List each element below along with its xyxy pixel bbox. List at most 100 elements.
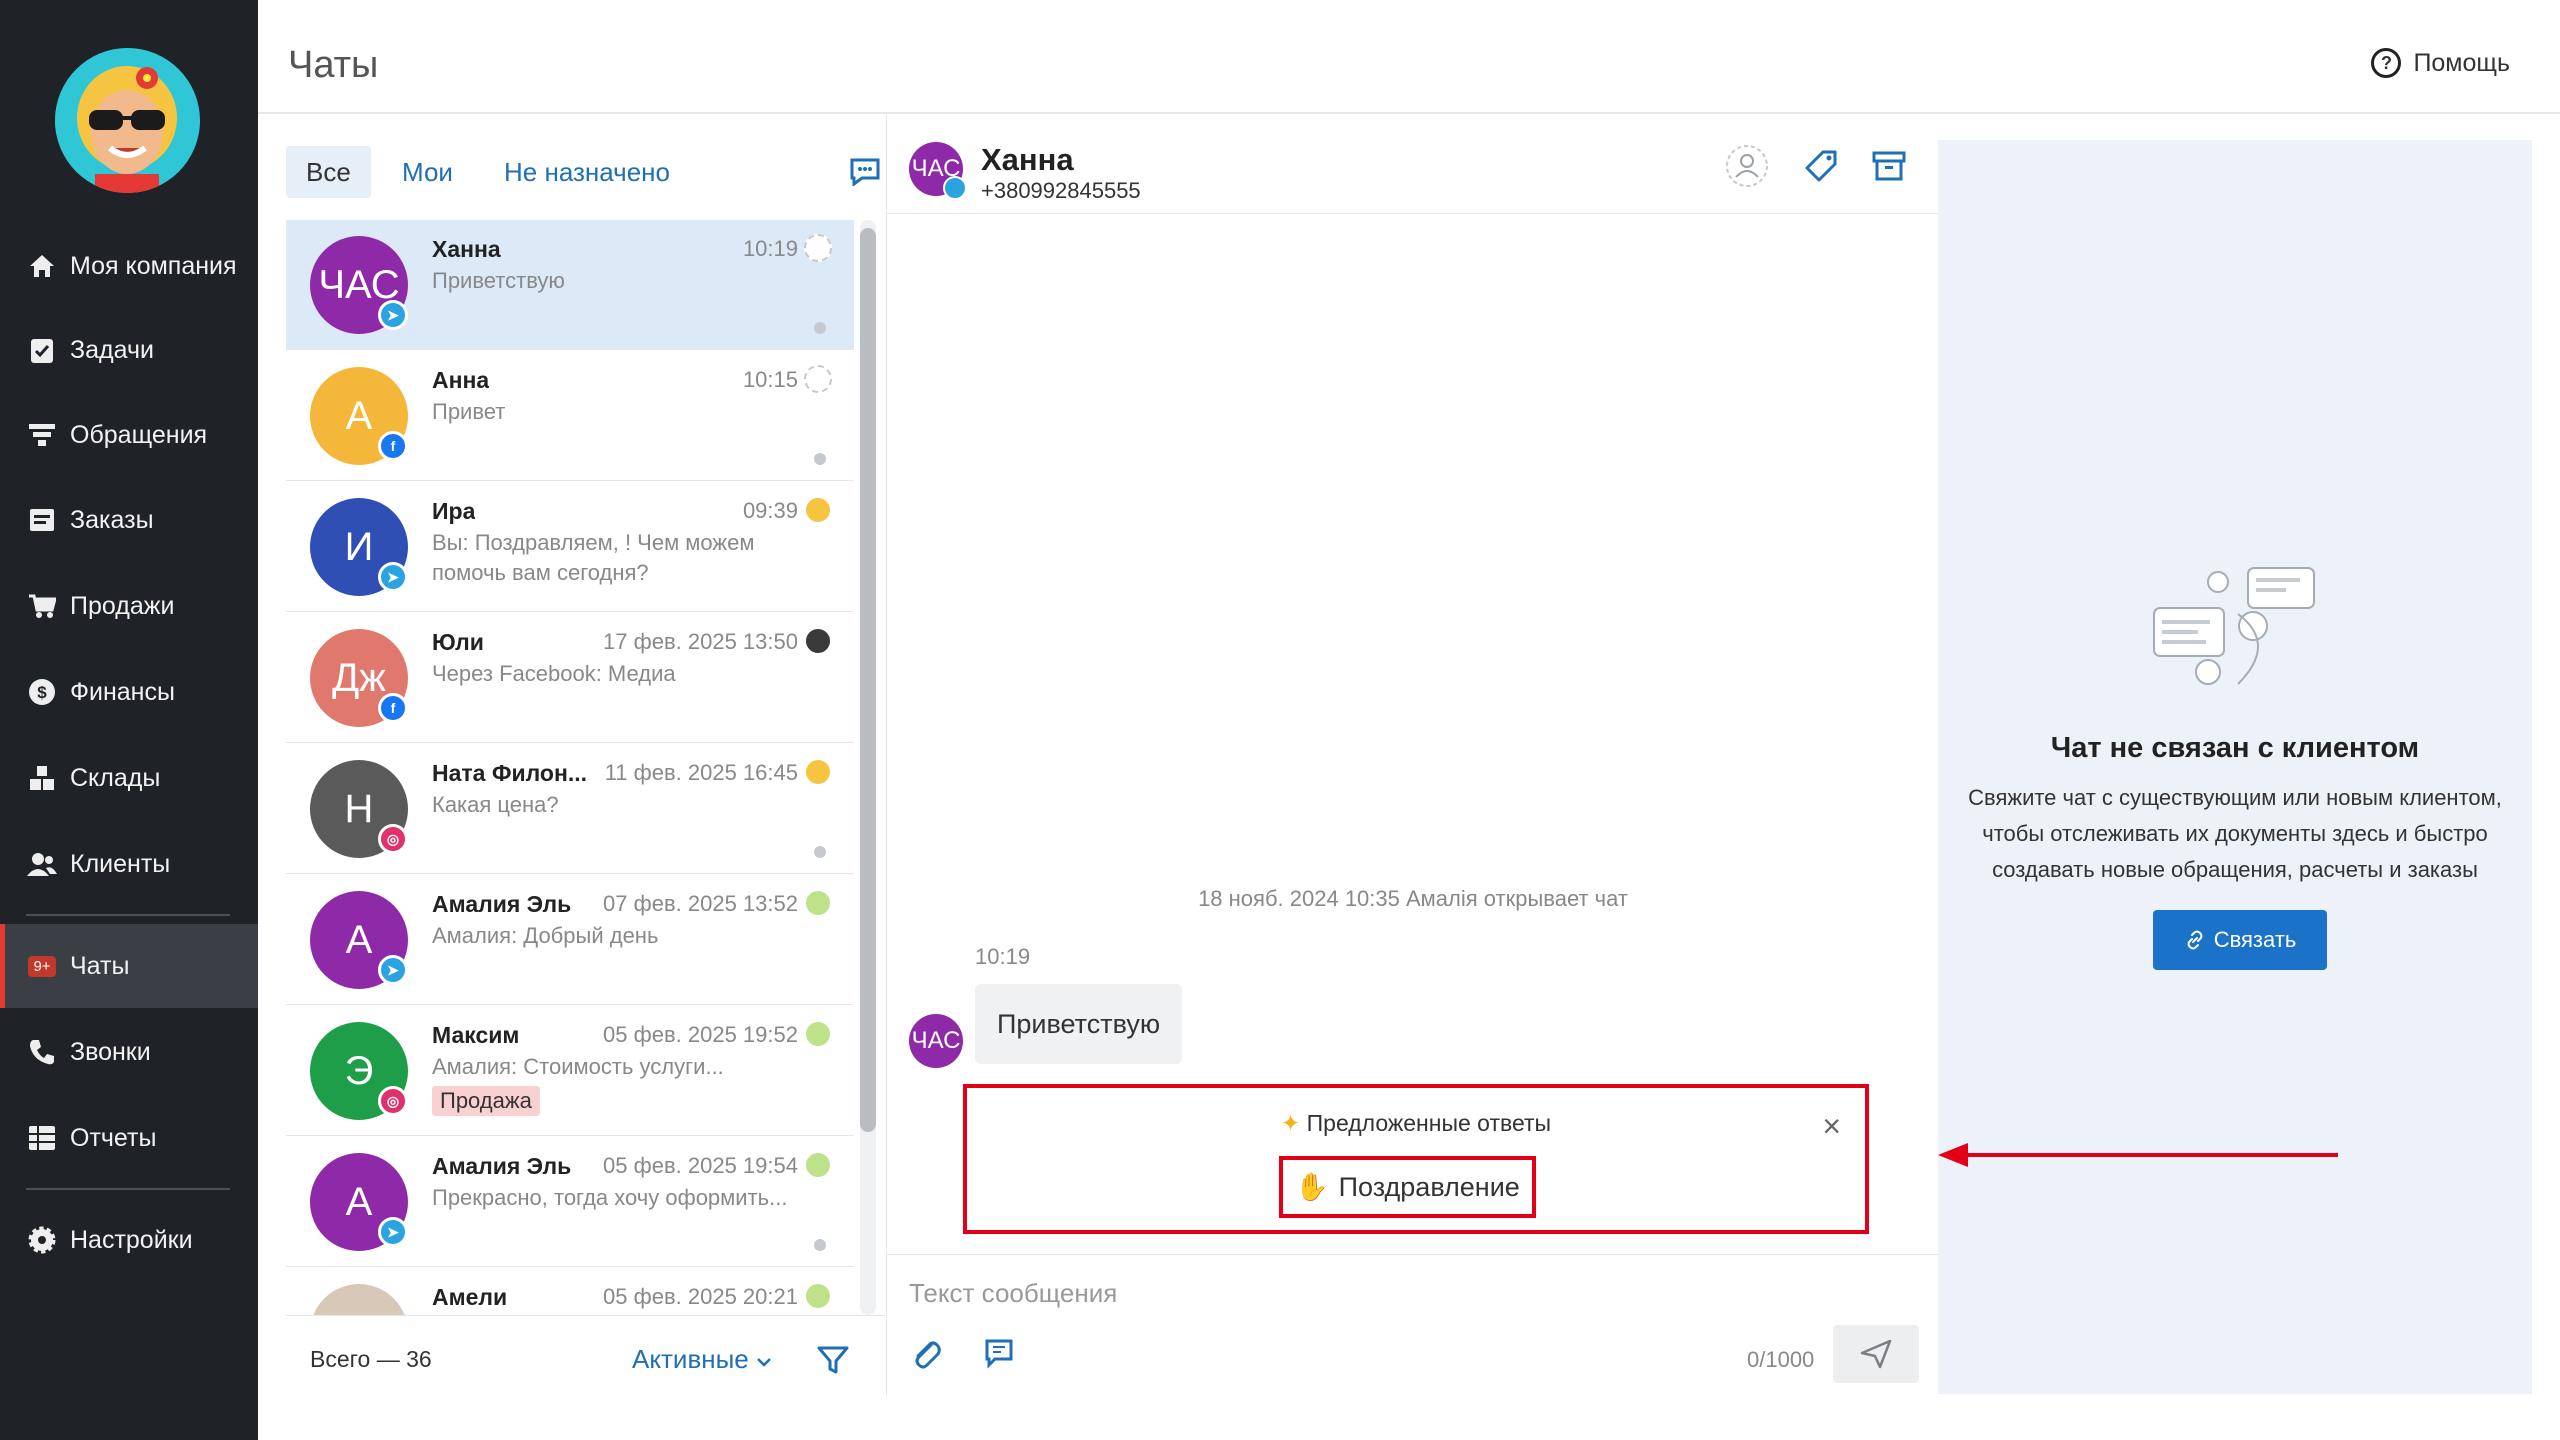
client-panel: Чат не связан с клиентом Свяжите чат с с… bbox=[1938, 140, 2532, 1394]
telegram-icon: ➤ bbox=[378, 300, 408, 330]
chat-name: Амалия Эль bbox=[432, 891, 572, 917]
send-button[interactable] bbox=[1833, 1325, 1919, 1383]
chat-last-message: Приветствую bbox=[432, 268, 565, 293]
chat-name: Анна bbox=[432, 367, 490, 393]
tag-icon[interactable] bbox=[1799, 144, 1843, 188]
system-note: 18 нояб. 2024 10:35 Амалія открывает чат bbox=[1198, 886, 1628, 911]
nav-orders[interactable]: Заказы bbox=[0, 478, 258, 562]
message-bubble: Приветствую bbox=[975, 984, 1183, 1064]
warehouse-icon bbox=[26, 762, 58, 794]
nav-label: Заказы bbox=[70, 505, 154, 534]
reports-icon bbox=[26, 1122, 58, 1154]
chat-time: 10:19 bbox=[742, 236, 798, 261]
tab-all[interactable]: Все bbox=[286, 146, 371, 198]
chat-row[interactable]: Амели 05 фев. 2025 20:21 bbox=[286, 1268, 854, 1315]
nav-requests[interactable]: Обращения bbox=[0, 393, 258, 477]
nav-label: Звонки bbox=[70, 1037, 151, 1066]
close-icon[interactable]: × bbox=[1822, 1108, 1841, 1145]
nav-tasks[interactable]: Задачи bbox=[0, 308, 258, 392]
filter-icon[interactable] bbox=[816, 1344, 850, 1376]
instagram-icon: ◎ bbox=[378, 1086, 408, 1116]
nav-clients[interactable]: Клиенты bbox=[0, 822, 258, 906]
nav-chats[interactable]: 9+ Чаты bbox=[0, 924, 258, 1008]
chat-icon: 9+ bbox=[26, 950, 58, 982]
chat-row[interactable]: Э ◎ Максим 05 фев. 2025 19:52 Амалия: Стоимо… bbox=[286, 1006, 854, 1136]
chat-row[interactable]: Аf Анна 10:15 Привет bbox=[286, 351, 854, 481]
help-label: Помощь bbox=[2413, 48, 2510, 77]
nav-label: Чаты bbox=[70, 951, 130, 980]
unread-dot bbox=[814, 1239, 826, 1251]
tab-unassigned[interactable]: Не назначено bbox=[484, 146, 690, 198]
topbar: Чаты ? Помощь bbox=[258, 0, 2560, 114]
nav-label: Продажи bbox=[70, 591, 175, 620]
agent-avatar-icon bbox=[804, 496, 832, 524]
chat-row[interactable]: А ➤ Амалия Эль 05 фев. 2025 19:54 Прекрасно,… bbox=[286, 1137, 854, 1267]
nav-reports[interactable]: Отчеты bbox=[0, 1096, 258, 1180]
chat-name: Ната Филон... bbox=[432, 760, 588, 786]
agent-avatar-icon bbox=[804, 234, 832, 262]
paperclip-icon[interactable] bbox=[909, 1337, 943, 1371]
annotation-arrow bbox=[1938, 1143, 2338, 1167]
nav-calls[interactable]: Звонки bbox=[0, 1010, 258, 1094]
chat-avatar bbox=[310, 1284, 408, 1315]
contact-name[interactable]: Ханна bbox=[981, 142, 1074, 178]
templates-icon[interactable] bbox=[983, 1337, 1019, 1371]
status-dropdown[interactable]: Активные bbox=[632, 1344, 772, 1375]
nav-divider bbox=[26, 1188, 230, 1190]
nav-settings[interactable]: Настройки bbox=[0, 1198, 258, 1282]
new-chat-icon[interactable] bbox=[848, 156, 882, 186]
message-avatar: ЧАС bbox=[909, 1014, 963, 1068]
chevron-down-icon bbox=[757, 1358, 771, 1367]
scrollbar-thumb[interactable] bbox=[860, 228, 876, 1132]
suggested-replies-label: Предложенные ответы bbox=[1306, 1110, 1552, 1136]
send-icon bbox=[1860, 1339, 1892, 1369]
telegram-icon bbox=[943, 176, 967, 200]
chat-time: 05 фев. 2025 19:54 bbox=[603, 1153, 798, 1178]
assign-agent-icon[interactable] bbox=[1725, 144, 1769, 188]
tab-mine[interactable]: Мои bbox=[382, 146, 473, 198]
chat-time: 09:39 bbox=[742, 498, 798, 523]
nav-label: Отчеты bbox=[70, 1123, 157, 1152]
nav-warehouses[interactable]: Склады bbox=[0, 736, 258, 820]
nav-my-company[interactable]: Моя компания bbox=[0, 224, 258, 308]
chat-row[interactable]: Н ◎ Ната Филон... 11 фев. 2025 16:45 Какая ц… bbox=[286, 744, 854, 874]
archive-icon[interactable] bbox=[1867, 144, 1911, 188]
nav-label: Настройки bbox=[70, 1225, 193, 1254]
nav-sales[interactable]: Продажи bbox=[0, 564, 258, 648]
facebook-icon: f bbox=[378, 693, 408, 723]
help-button[interactable]: ? Помощь bbox=[2371, 48, 2510, 78]
coin-icon: $ bbox=[26, 676, 58, 708]
chat-last-message: Вы: Поздравляем, ! Чем можем помочь вам … bbox=[432, 530, 755, 585]
message-time: 10:19 bbox=[975, 944, 1031, 969]
chat-row[interactable]: А ➤ Амалия Эль 07 фев. 2025 13:52 Амалия: До… bbox=[286, 875, 854, 1005]
chat-last-message: Какая цена? bbox=[432, 792, 559, 817]
chat-name: Амели bbox=[432, 1284, 508, 1310]
chat-time: 07 фев. 2025 13:52 bbox=[603, 891, 798, 916]
agent-avatar-icon bbox=[804, 889, 832, 917]
nav-label: Задачи bbox=[70, 335, 154, 364]
agent-avatar-icon bbox=[804, 1151, 832, 1179]
chat-name: Ира bbox=[432, 498, 476, 524]
svg-text:$: $ bbox=[37, 683, 47, 702]
link-client-label: Связать bbox=[2213, 927, 2297, 952]
users-icon bbox=[26, 848, 58, 880]
message-input[interactable] bbox=[909, 1271, 1909, 1315]
char-counter: 0/1000 bbox=[1747, 1347, 1815, 1372]
chat-row[interactable]: Дж f Юли 17 фев. 2025 13:50 Через Facebook: … bbox=[286, 613, 854, 743]
chat-last-message: Амалия: Добрый день bbox=[432, 923, 659, 948]
link-client-button[interactable]: Связать bbox=[2153, 910, 2327, 970]
instagram-icon: ◎ bbox=[378, 824, 408, 854]
suggestion-button[interactable]: ✋ Поздравление bbox=[1279, 1156, 1536, 1218]
chat-row[interactable]: И ➤ Ира 09:39 Вы: Поздравляем, ! Чем можем п… bbox=[286, 482, 854, 612]
home-icon bbox=[26, 250, 58, 282]
user-avatar[interactable] bbox=[55, 48, 200, 193]
nav-finance[interactable]: $ Финансы bbox=[0, 650, 258, 734]
chat-time: 17 фев. 2025 13:50 bbox=[603, 629, 798, 654]
chat-row[interactable]: ЧАС ➤ Ханна 10:19 Приветствую bbox=[286, 220, 854, 350]
client-panel-title: Чат не связан с клиентом bbox=[2050, 732, 2420, 764]
chat-time: 11 фев. 2025 16:45 bbox=[604, 760, 798, 785]
chat-name: Амалия Эль bbox=[432, 1153, 572, 1179]
agent-avatar-icon bbox=[804, 1020, 832, 1048]
total-count: Всего — 36 bbox=[310, 1346, 432, 1372]
contact-phone: +380992845555 bbox=[981, 178, 1141, 203]
